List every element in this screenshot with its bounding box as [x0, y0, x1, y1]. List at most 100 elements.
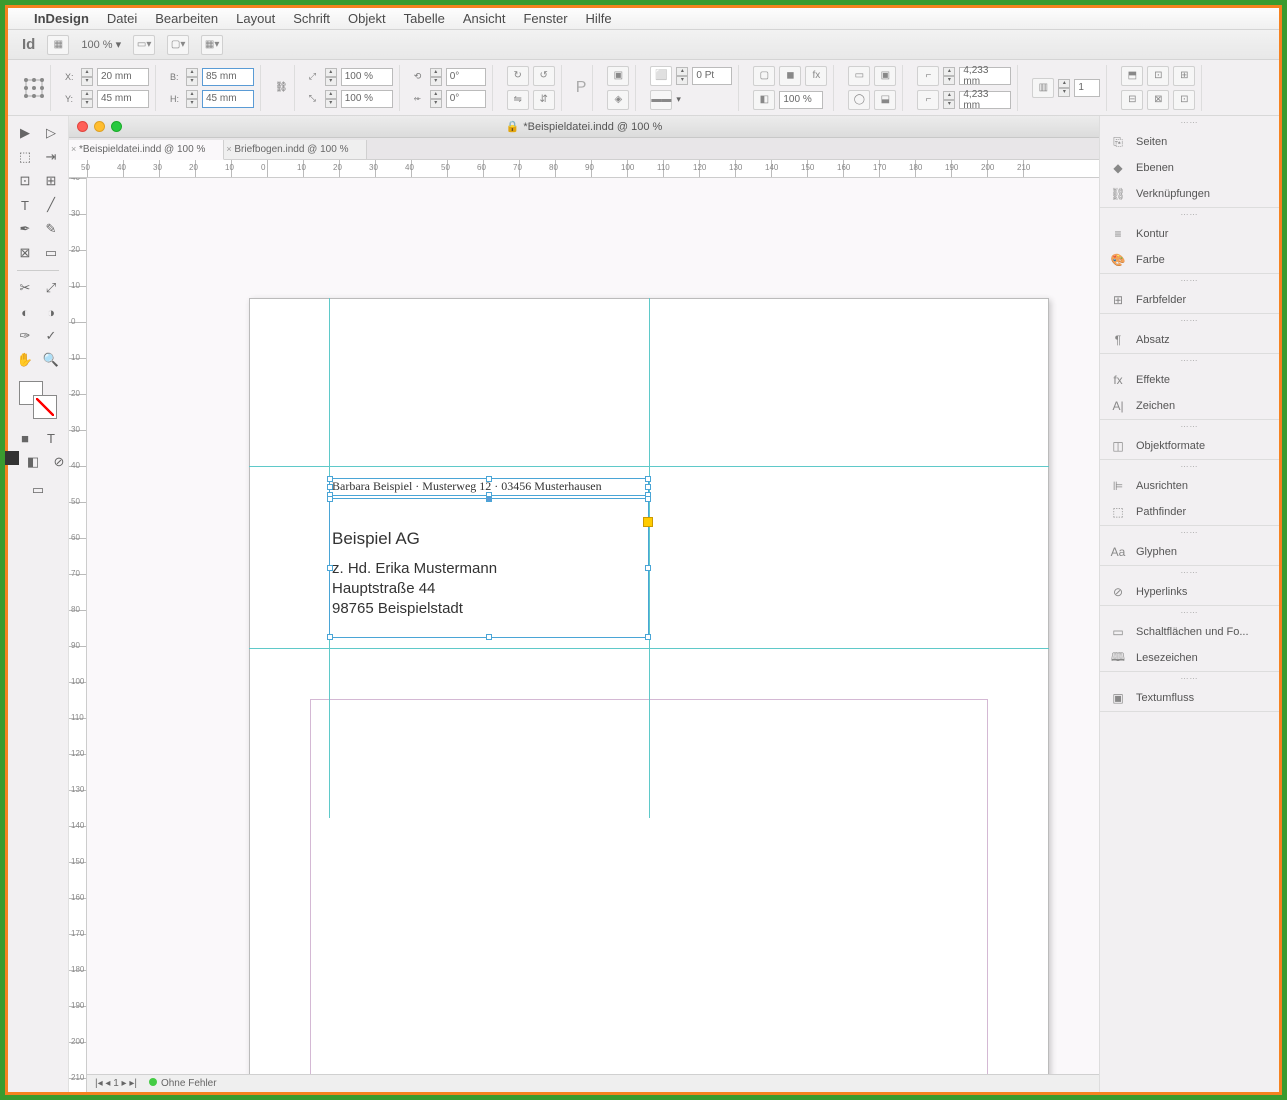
panel-farbe[interactable]: 🎨Farbe: [1100, 247, 1279, 273]
menu-objekt[interactable]: Objekt: [348, 11, 386, 26]
panel-kontur[interactable]: ≡Kontur: [1100, 221, 1279, 247]
guide-vertical[interactable]: [649, 298, 650, 818]
gradient-feather-tool-icon[interactable]: ◑: [39, 301, 63, 323]
note-tool-icon[interactable]: ✑: [13, 325, 37, 347]
gap-tool-icon[interactable]: ⇥: [39, 146, 63, 168]
panel-absatz[interactable]: ¶Absatz: [1100, 327, 1279, 353]
fit-frame-icon[interactable]: ⊡: [1147, 66, 1169, 86]
rotation-field[interactable]: 0°: [446, 68, 486, 86]
gradient-swatch-tool-icon[interactable]: ◐: [13, 301, 37, 323]
fill-frame-icon[interactable]: ⊠: [1147, 90, 1169, 110]
menu-tabelle[interactable]: Tabelle: [404, 11, 445, 26]
menu-bearbeiten[interactable]: Bearbeiten: [155, 11, 218, 26]
auto-fit-icon[interactable]: ⊡: [1173, 90, 1195, 110]
corner-radius-field-2[interactable]: 4,233 mm: [959, 91, 1011, 109]
corner-options-icon[interactable]: ⌐: [917, 66, 939, 86]
corner-radius-field[interactable]: 4,233 mm: [959, 67, 1011, 85]
eyedropper-tool-icon[interactable]: ✓: [39, 325, 63, 347]
vertical-ruler[interactable]: 4030201001020304050607080901001101201301…: [69, 178, 87, 1092]
hand-tool-icon[interactable]: ✋: [13, 349, 37, 371]
rotate-cw-icon[interactable]: ↻: [507, 66, 529, 86]
reference-point-group[interactable]: [18, 65, 51, 111]
rectangle-tool-icon[interactable]: ▭: [39, 242, 63, 264]
fx-icon[interactable]: fx: [805, 66, 827, 86]
tab-briefbogen[interactable]: ×Briefbogen.indd @ 100 %: [224, 140, 367, 159]
guide-horizontal[interactable]: [249, 648, 1049, 649]
opacity-field[interactable]: 100 %: [779, 91, 823, 109]
page-tool-icon[interactable]: ⬚: [13, 146, 37, 168]
shear-field[interactable]: 0°: [446, 90, 486, 108]
menu-ansicht[interactable]: Ansicht: [463, 11, 506, 26]
menu-hilfe[interactable]: Hilfe: [586, 11, 612, 26]
select-container-icon[interactable]: ▣: [607, 66, 629, 86]
guide-horizontal[interactable]: [249, 466, 1049, 467]
effects-icon[interactable]: ▢: [753, 66, 775, 86]
zoom-tool-icon[interactable]: 🔍: [39, 349, 63, 371]
view-mode-icon[interactable]: ▭: [26, 479, 50, 501]
panel-pathfinder[interactable]: ⬚Pathfinder: [1100, 499, 1279, 525]
content-collector-tool-icon[interactable]: ⊡: [13, 170, 37, 192]
bridge-icon[interactable]: ▦: [47, 35, 69, 55]
fit-content-icon[interactable]: ⊞: [1173, 66, 1195, 86]
apply-none-icon[interactable]: ⊘: [47, 451, 71, 473]
close-tab-icon[interactable]: ×: [71, 144, 76, 154]
menu-layout[interactable]: Layout: [236, 11, 275, 26]
page-nav[interactable]: |◂ ◂ 1 ▸ ▸|: [95, 1078, 137, 1089]
select-content-icon[interactable]: ◈: [607, 90, 629, 110]
line-tool-icon[interactable]: ╱: [39, 194, 63, 216]
menu-datei[interactable]: Datei: [107, 11, 137, 26]
text-wrap-jump-icon[interactable]: ⬓: [874, 90, 896, 110]
pen-tool-icon[interactable]: ✒: [13, 218, 37, 240]
minimize-window-icon[interactable]: [94, 121, 105, 132]
zoom-window-icon[interactable]: [111, 121, 122, 132]
panel-verkn-pfungen[interactable]: ⛓Verknüpfungen: [1100, 181, 1279, 207]
apply-fill-icon[interactable]: [5, 451, 19, 465]
selection-tool-icon[interactable]: ▶: [13, 122, 37, 144]
close-window-icon[interactable]: [77, 121, 88, 132]
out-port-icon[interactable]: [643, 517, 653, 527]
apply-color-icon[interactable]: ■: [13, 427, 37, 449]
panel-seiten[interactable]: ⎘Seiten: [1100, 129, 1279, 155]
close-tab-icon[interactable]: ×: [226, 144, 231, 154]
height-field[interactable]: 45 mm: [202, 90, 254, 108]
panel-glyphen[interactable]: AaGlyphen: [1100, 539, 1279, 565]
panel-farbfelder[interactable]: ⊞Farbfelder: [1100, 287, 1279, 313]
x-position-field[interactable]: 20 mm: [97, 68, 149, 86]
menu-schrift[interactable]: Schrift: [293, 11, 330, 26]
panel-lesezeichen[interactable]: 🕮Lesezeichen: [1100, 645, 1279, 671]
rotate-ccw-icon[interactable]: ↺: [533, 66, 555, 86]
columns-field[interactable]: 1: [1074, 79, 1100, 97]
text-wrap-bounding-icon[interactable]: ▣: [874, 66, 896, 86]
scale-y-field[interactable]: 100 %: [341, 90, 393, 108]
fill-stroke-swatch[interactable]: [19, 381, 57, 419]
panel-effekte[interactable]: fxEffekte: [1100, 367, 1279, 393]
y-position-field[interactable]: 45 mm: [97, 90, 149, 108]
panel-ebenen[interactable]: ◆Ebenen: [1100, 155, 1279, 181]
text-wrap-none-icon[interactable]: ▭: [848, 66, 870, 86]
arrange-docs-icon[interactable]: ▦▾: [201, 35, 223, 55]
drop-shadow-icon[interactable]: ◼: [779, 66, 801, 86]
width-field[interactable]: 85 mm: [202, 68, 254, 86]
panel-schaltfl-chen-und-fo-[interactable]: ▭Schaltflächen und Fo...: [1100, 619, 1279, 645]
formatting-text-icon[interactable]: T: [39, 427, 63, 449]
scale-x-field[interactable]: 100 %: [341, 68, 393, 86]
screen-mode-icon[interactable]: ▢▾: [167, 35, 189, 55]
pencil-tool-icon[interactable]: ✎: [39, 218, 63, 240]
stroke-swatch[interactable]: ▬▬: [650, 90, 672, 110]
corner-shape-icon[interactable]: ⌐: [917, 90, 939, 110]
panel-zeichen[interactable]: A|Zeichen: [1100, 393, 1279, 419]
flip-h-icon[interactable]: ⇋: [507, 90, 529, 110]
constrain-icon[interactable]: ⛓: [275, 82, 288, 93]
panel-ausrichten[interactable]: ⊫Ausrichten: [1100, 473, 1279, 499]
scissors-tool-icon[interactable]: ✂: [13, 277, 37, 299]
zoom-level-select[interactable]: 100 % ▾: [81, 38, 121, 51]
center-content-icon[interactable]: ⊟: [1121, 90, 1143, 110]
tab-beispieldatei[interactable]: ×*Beispieldatei.indd @ 100 %: [69, 140, 224, 160]
apply-gradient-icon[interactable]: ◧: [21, 451, 45, 473]
flip-v-icon[interactable]: ⇵: [533, 90, 555, 110]
content-placer-tool-icon[interactable]: ⊞: [39, 170, 63, 192]
type-tool-icon[interactable]: T: [13, 194, 37, 216]
app-name-menu[interactable]: InDesign: [34, 11, 89, 26]
horizontal-ruler[interactable]: 5040302010010203040506070809010011012013…: [69, 160, 1099, 178]
document-canvas[interactable]: 4030201001020304050607080901001101201301…: [69, 178, 1099, 1092]
